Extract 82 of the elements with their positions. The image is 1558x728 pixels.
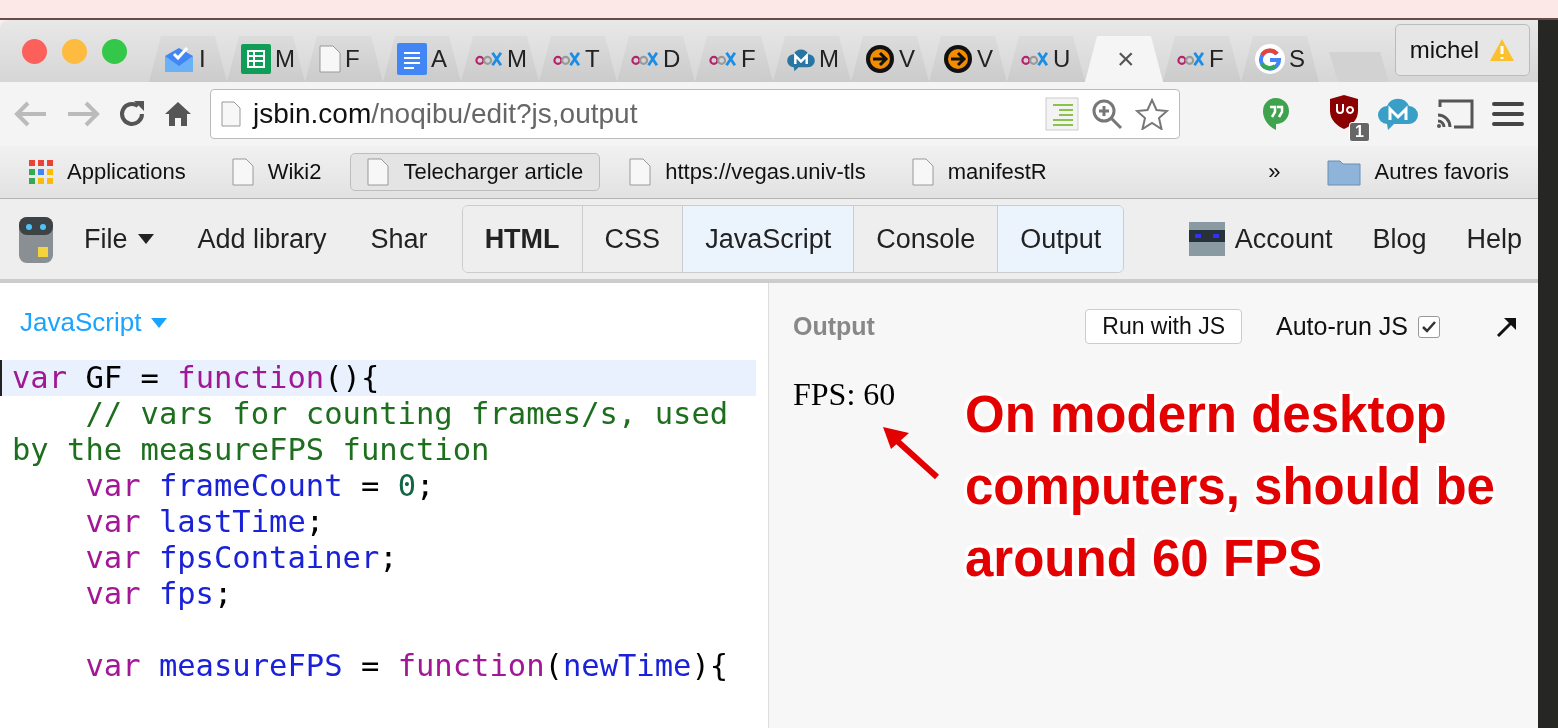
run-button[interactable]: Run with JS [1085,309,1242,344]
menu-item[interactable]: File [84,223,154,255]
page-icon [911,158,934,186]
edx-logo-icon [1021,51,1049,67]
browser-tab[interactable]: V [929,36,1007,82]
document-icon [397,43,427,75]
warning-icon [1489,38,1515,62]
page-icon [367,158,390,186]
browser-tab[interactable]: M [773,36,851,82]
caret-icon [137,234,154,244]
nav-link[interactable]: Blog [1372,223,1427,255]
browser-tab[interactable]: F [305,36,383,82]
edx-logo-icon [1177,51,1205,67]
bookmark[interactable]: manifestR [894,153,1064,191]
apps-grid-icon [29,160,53,184]
browser-tab[interactable]: I [149,36,227,82]
browser-tab[interactable]: F [1163,36,1241,82]
close-window-button[interactable] [22,38,47,64]
nav-link[interactable]: Account [1188,222,1333,256]
cloud-icon[interactable] [1378,96,1418,132]
code-line: var fpsContainer; [84,540,399,576]
nav-link[interactable]: Help [1466,223,1522,255]
folder-icon [1326,158,1361,186]
browser-tab[interactable]: F [695,36,773,82]
autorun-checkbox[interactable] [1418,315,1440,338]
page-icon [221,101,241,127]
bookmark-folder[interactable]: Autres favoris [1309,153,1526,191]
edx-logo-icon [709,51,737,67]
edx-logo-icon [475,51,503,67]
code-line: var lastTime; [84,504,326,540]
panel-tab[interactable]: Output [997,206,1124,272]
pop-out-icon[interactable] [1496,315,1518,338]
edx-logo-icon [553,51,581,67]
page-icon [629,158,652,186]
more-bookmarks-button[interactable]: » [1251,153,1298,191]
quote-bubble-icon[interactable] [1262,97,1290,131]
arrow-circle-icon [943,44,973,74]
edx-logo-icon [631,51,659,67]
fps-text: FPS: 60 [793,376,896,413]
menu-icon[interactable] [1492,101,1524,127]
bookmark[interactable]: Telecharger article [350,153,601,191]
browser-tab[interactable]: M [227,36,305,82]
profile-button[interactable]: michel [1394,24,1530,76]
caret-icon [151,317,168,328]
home-icon[interactable] [164,101,192,127]
menu-item[interactable]: Shar [370,223,428,255]
autorun-label: Auto-run JS [1276,312,1408,341]
browser-tab[interactable]: M [461,36,539,82]
browser-tab[interactable]: V [851,36,929,82]
address-bar[interactable]: jsbin.com/noqibu/edit?js,output [210,89,1180,139]
code-line: // vars for counting frames/s, used by the measureFPS function [11,396,730,468]
panel-tab[interactable]: JavaScript [682,206,854,272]
count-badge: 1 [1349,122,1370,142]
reload-icon[interactable] [118,100,146,128]
browser-tab[interactable]: × [1085,36,1163,82]
page-icon [231,158,254,186]
cast-icon[interactable] [1436,99,1474,129]
zoom-icon[interactable] [1091,98,1123,130]
annotation-arrow [881,425,941,481]
menu-item[interactable]: Add library [197,223,327,255]
browser-tab[interactable]: D [617,36,695,82]
close-icon[interactable]: × [1117,42,1135,76]
spreadsheet-icon [241,44,271,74]
checkmark-icon [1421,319,1437,334]
bookmark[interactable]: https://vegas.univ-tls [612,153,883,191]
page-icon [319,45,341,73]
star-icon[interactable] [1135,98,1169,130]
google-g-icon [1255,44,1285,74]
annotation-text: On modern desktop computers, should be around 60 FPS [965,385,1496,589]
bookmark[interactable]: Wiki2 [214,153,339,191]
code-line: var frameCount = 0; [84,468,436,504]
browser-tab[interactable]: T [539,36,617,82]
output-title: Output [793,312,875,341]
browser-tab[interactable]: U [1007,36,1085,82]
code-line: var measureFPS = function(newTime){ [84,648,730,684]
avatar-icon [1188,222,1225,256]
envelope-icon [163,44,195,74]
browser-tab[interactable]: S [1241,36,1319,82]
arrow-circle-icon [865,44,895,74]
bookmark[interactable]: Applications [12,153,203,191]
code-line: var fps; [84,576,234,612]
browser-tab[interactable]: A [383,36,461,82]
